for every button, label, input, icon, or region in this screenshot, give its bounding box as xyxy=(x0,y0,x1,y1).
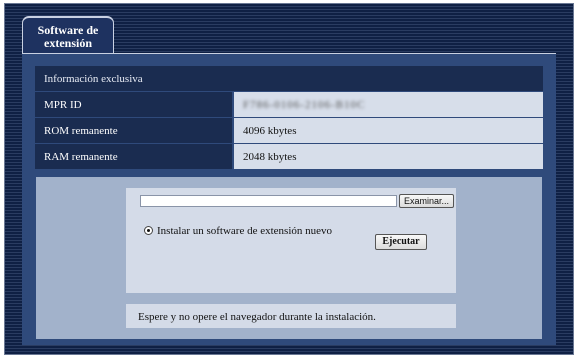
tab-extension-software[interactable]: Software de extensión xyxy=(22,16,114,54)
ram-remaining-value: 2048 kbytes xyxy=(233,143,543,170)
mpr-id-value-cell: F786-0106-2106-B10C xyxy=(233,91,543,118)
table-row: RAM remanente 2048 kbytes xyxy=(35,143,543,170)
mpr-id-label: MPR ID xyxy=(35,91,234,118)
install-notice: Espere y no opere el navegador durante l… xyxy=(126,304,456,328)
rom-remaining-value: 4096 kbytes xyxy=(233,117,543,144)
radio-selected-icon[interactable] xyxy=(144,226,153,235)
panel-top-edge xyxy=(22,53,556,54)
browse-button[interactable]: Examinar... xyxy=(399,194,454,208)
execute-button[interactable]: Ejecutar xyxy=(375,234,427,250)
info-table-header-row: Información exclusiva xyxy=(35,66,543,92)
mpr-id-value: F786-0106-2106-B10C xyxy=(243,98,366,111)
table-row: MPR ID F786-0106-2106-B10C xyxy=(35,91,543,118)
info-table: Información exclusiva MPR ID F786-0106-2… xyxy=(35,66,543,170)
ram-remaining-label: RAM remanente xyxy=(35,143,234,170)
tab-title: Software de extensión xyxy=(37,23,99,50)
file-path-input[interactable] xyxy=(140,195,397,207)
rom-remaining-label: ROM remanente xyxy=(35,117,234,144)
info-table-header: Información exclusiva xyxy=(35,66,543,92)
install-new-option[interactable]: Instalar un software de extensión nuevo xyxy=(144,225,332,237)
table-row: ROM remanente 4096 kbytes xyxy=(35,117,543,144)
install-new-option-label: Instalar un software de extensión nuevo xyxy=(157,225,333,237)
